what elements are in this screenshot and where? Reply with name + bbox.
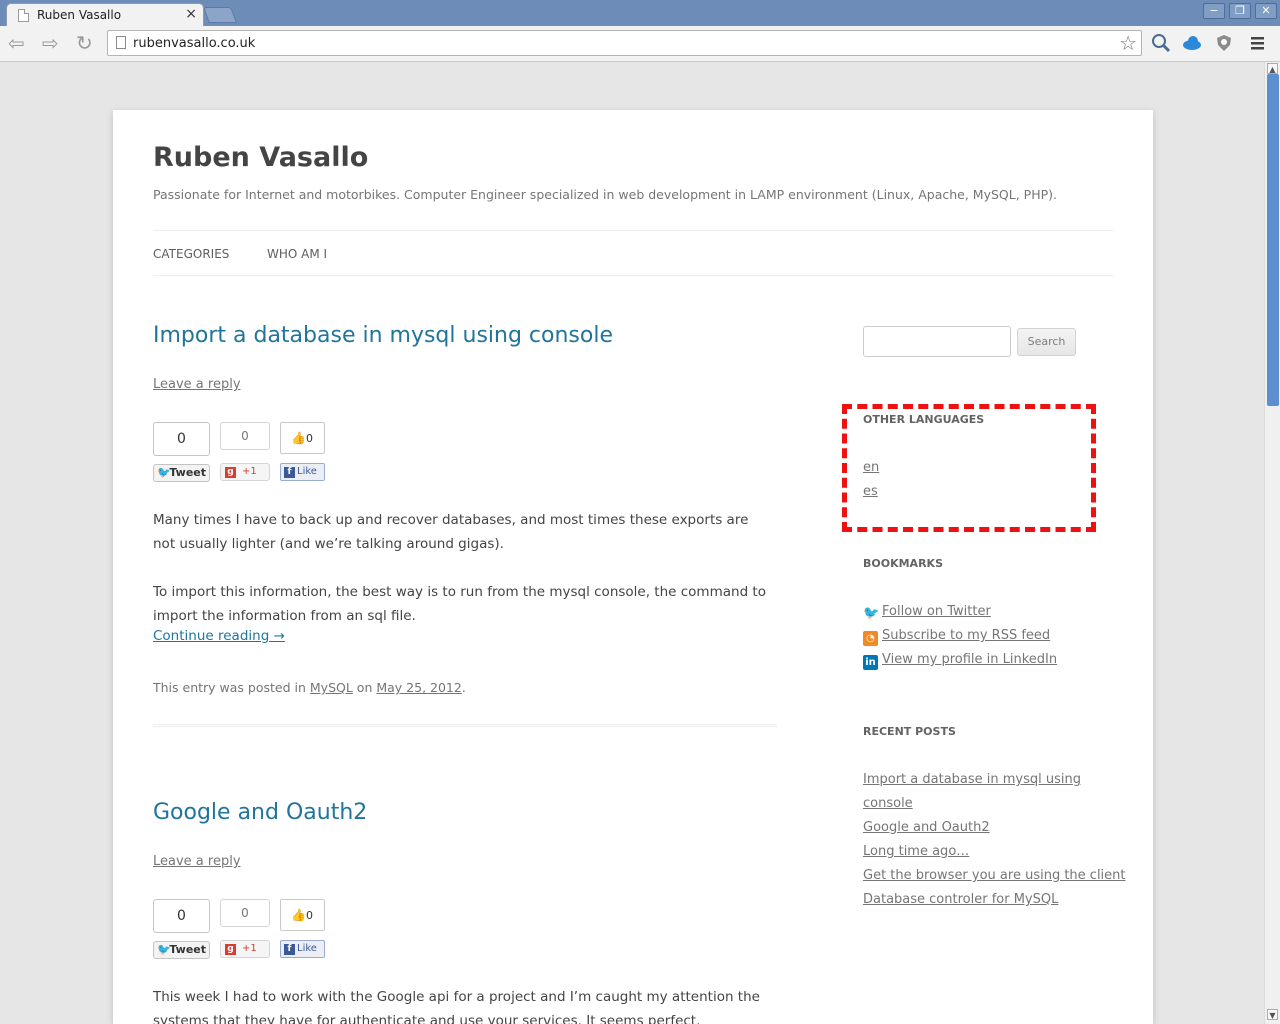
page-scrollbar[interactable]: ▲ ▼ xyxy=(1264,62,1280,1024)
search-extension-icon[interactable] xyxy=(1151,33,1171,53)
search-button[interactable]: Search xyxy=(1017,328,1076,356)
gplus-count: 0 xyxy=(220,422,270,450)
scroll-up-icon[interactable]: ▲ xyxy=(1267,63,1278,74)
fb-count-value: 0 xyxy=(305,432,313,445)
menu-item-who-am-i[interactable]: WHO AM I xyxy=(267,247,327,261)
scroll-down-icon[interactable]: ▼ xyxy=(1267,1009,1278,1020)
rss-icon: ◔ xyxy=(863,631,878,646)
url-text[interactable]: rubenvasallo.co.uk xyxy=(133,36,255,51)
gplus-count: 0 xyxy=(220,899,270,927)
bookmark-linkedin-link[interactable]: in View my profile in LinkedIn xyxy=(863,648,1057,672)
nav-divider xyxy=(153,230,1113,231)
scroll-thumb[interactable] xyxy=(1267,74,1279,406)
fb-like-count: 👍0 xyxy=(280,422,325,454)
cloud-extension-icon[interactable] xyxy=(1182,33,1202,53)
recent-post-link[interactable]: Import a database in mysql using xyxy=(863,768,1081,792)
page-container: Ruben Vasallo Passionate for Internet an… xyxy=(113,110,1153,1024)
post-title[interactable]: Import a database in mysql using console xyxy=(153,323,613,348)
meta-on: on xyxy=(356,680,373,695)
bookmark-label: View my profile in LinkedIn xyxy=(882,652,1058,667)
tweet-button[interactable]: 🐦 Tweet xyxy=(153,941,210,959)
twitter-icon: 🐦 xyxy=(157,466,171,479)
widget-title-languages: OTHER LANGUAGES xyxy=(863,413,985,426)
tweet-button[interactable]: 🐦 Tweet xyxy=(153,464,210,482)
language-link-es[interactable]: es xyxy=(863,480,878,504)
meta-prefix: This entry was posted in xyxy=(153,680,306,695)
post-title[interactable]: Google and Oauth2 xyxy=(153,800,367,825)
address-bar[interactable]: rubenvasallo.co.uk ☆ xyxy=(107,30,1142,56)
twitter-icon: 🐦 xyxy=(157,943,171,956)
gplus-button[interactable]: g +1 xyxy=(220,940,270,958)
post-paragraph: This week I had to work with the Google … xyxy=(153,989,760,1024)
site-description: Passionate for Internet and motorbikes. … xyxy=(153,187,1057,202)
tweet-count: 0 xyxy=(153,422,210,456)
reload-icon[interactable]: ↻ xyxy=(76,32,93,54)
tweet-count: 0 xyxy=(153,899,210,933)
bookmark-label: Follow on Twitter xyxy=(882,604,991,619)
facebook-icon: f xyxy=(284,944,295,955)
menu-item-categories[interactable]: CATEGORIES xyxy=(153,247,229,261)
tab-close-icon[interactable]: × xyxy=(185,6,197,22)
browser-titlebar: Ruben Vasallo × − ❐ ✕ xyxy=(0,0,1280,27)
shield-extension-icon[interactable] xyxy=(1214,33,1234,53)
new-tab-button[interactable] xyxy=(203,7,237,23)
fb-count-value: 0 xyxy=(305,909,313,922)
tweet-label: Tweet xyxy=(169,466,206,479)
recent-post-link[interactable]: console xyxy=(863,792,913,816)
post-paragraph: To import this information, the best way… xyxy=(153,584,766,624)
menu-icon[interactable] xyxy=(1250,33,1266,53)
recent-post-link[interactable]: Google and Oauth2 xyxy=(863,816,990,840)
category-link[interactable]: MySQL xyxy=(310,680,353,695)
fb-like-button[interactable]: f Like xyxy=(280,463,325,481)
post-paragraph: Many times I have to back up and recover… xyxy=(153,512,749,552)
gplus-button[interactable]: g +1 xyxy=(220,463,270,481)
tweet-label: Tweet xyxy=(169,943,206,956)
restore-button[interactable]: ❐ xyxy=(1229,3,1251,19)
tab-title: Ruben Vasallo xyxy=(37,8,122,22)
post-divider xyxy=(153,724,777,727)
widget-title-bookmarks: BOOKMARKS xyxy=(863,557,943,570)
browser-toolbar: ⇦ ⇨ ↻ rubenvasallo.co.uk ☆ xyxy=(0,26,1280,62)
post-meta: This entry was posted in MySQL on May 25… xyxy=(153,680,466,695)
fb-like-button[interactable]: f Like xyxy=(280,940,325,958)
fb-label: Like xyxy=(297,943,317,954)
site-title[interactable]: Ruben Vasallo xyxy=(153,142,368,173)
google-plus-icon: g xyxy=(225,944,236,955)
google-plus-icon: g xyxy=(225,467,236,478)
forward-icon[interactable]: ⇨ xyxy=(42,32,59,54)
fb-like-count: 👍0 xyxy=(280,899,325,931)
language-link-en[interactable]: en xyxy=(863,456,879,480)
widget-title-recent-posts: RECENT POSTS xyxy=(863,725,956,738)
gplus-label: +1 xyxy=(242,943,257,954)
thumbs-up-icon: 👍 xyxy=(291,431,306,445)
back-icon[interactable]: ⇦ xyxy=(8,32,25,54)
page-icon xyxy=(18,9,29,22)
browser-tab[interactable]: Ruben Vasallo × xyxy=(6,3,204,27)
leave-reply-link[interactable]: Leave a reply xyxy=(153,377,241,392)
recent-post-link[interactable]: Get the browser you are using the client xyxy=(863,864,1126,888)
leave-reply-link[interactable]: Leave a reply xyxy=(153,854,241,869)
minimize-button[interactable]: − xyxy=(1203,3,1225,19)
thumbs-up-icon: 👍 xyxy=(291,908,306,922)
close-window-button[interactable]: ✕ xyxy=(1255,3,1277,19)
facebook-icon: f xyxy=(284,467,295,478)
page-icon xyxy=(116,36,126,49)
search-input[interactable] xyxy=(863,326,1011,357)
linkedin-icon: in xyxy=(863,655,878,670)
meta-end: . xyxy=(461,680,466,695)
continue-reading-link[interactable]: Continue reading → xyxy=(153,628,285,644)
twitter-icon: 🐦 xyxy=(863,606,880,621)
gplus-label: +1 xyxy=(242,466,257,477)
fb-label: Like xyxy=(297,466,317,477)
bookmark-rss-link[interactable]: ◔ Subscribe to my RSS feed xyxy=(863,624,1050,648)
nav-divider xyxy=(153,275,1113,276)
bookmark-twitter-link[interactable]: 🐦 Follow on Twitter xyxy=(863,600,991,624)
recent-post-link[interactable]: Database controler for MySQL xyxy=(863,888,1058,912)
bookmark-label: Subscribe to my RSS feed xyxy=(882,628,1051,643)
bookmark-star-icon[interactable]: ☆ xyxy=(1119,31,1137,55)
date-link[interactable]: May 25, 2012 xyxy=(376,680,461,695)
recent-post-link[interactable]: Long time ago… xyxy=(863,840,969,864)
